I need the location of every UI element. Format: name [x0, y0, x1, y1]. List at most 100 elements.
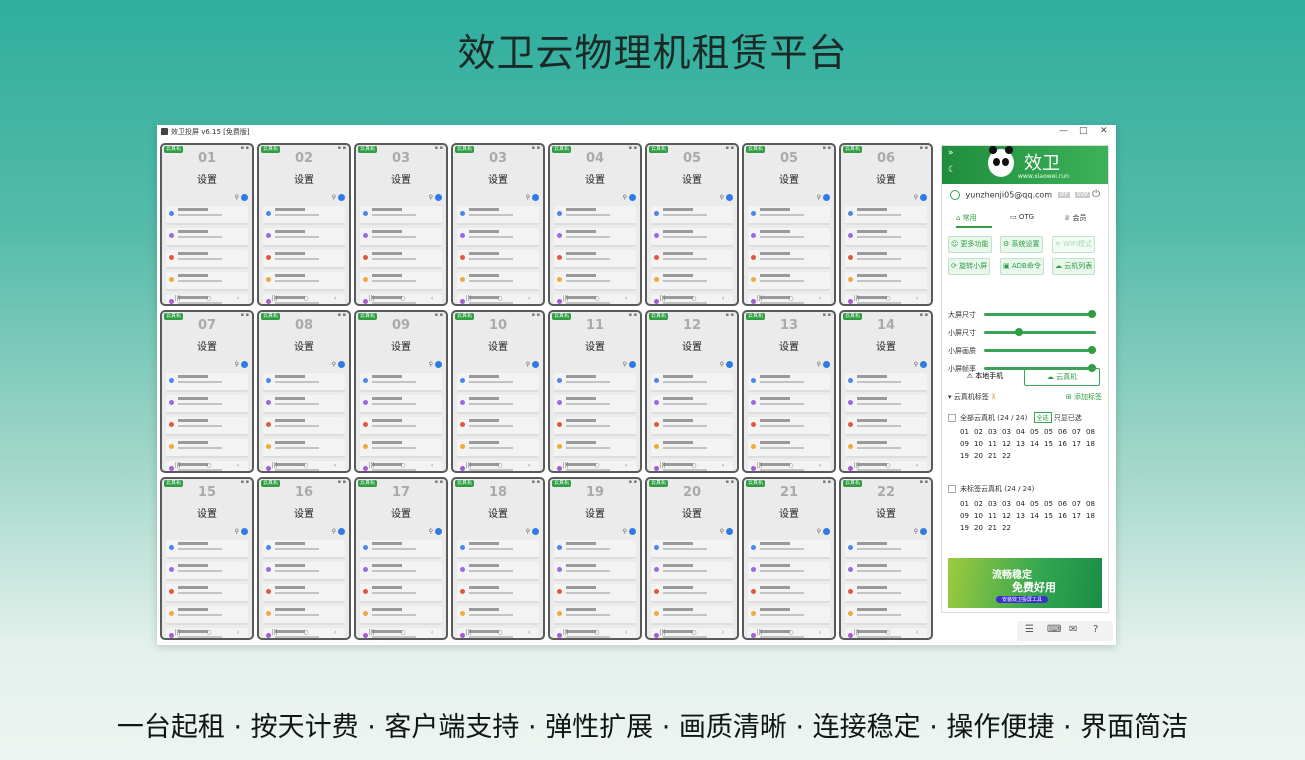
phone-search-icon[interactable]: ⚲: [817, 194, 830, 201]
phone-screen[interactable]: 云真机 ▪ ▪ 14 设置 ⚲ ||| ○ ‹: [839, 310, 933, 473]
menu-icon[interactable]: |||: [369, 629, 375, 636]
device-number[interactable]: 07: [1072, 500, 1086, 508]
moon-icon[interactable]: ☾: [948, 165, 956, 175]
phone-search-icon[interactable]: ⚲: [429, 528, 442, 535]
settings-list-item[interactable]: [748, 540, 830, 559]
home-icon[interactable]: ○: [497, 629, 502, 636]
settings-list-item[interactable]: [845, 562, 927, 581]
minimize-button[interactable]: —: [1059, 126, 1068, 136]
back-icon[interactable]: ‹: [334, 462, 336, 469]
back-icon[interactable]: ‹: [431, 629, 433, 636]
account-icon[interactable]: [920, 528, 927, 535]
back-icon[interactable]: ‹: [722, 462, 724, 469]
menu-icon[interactable]: |||: [466, 462, 472, 469]
settings-list-item[interactable]: [360, 206, 442, 225]
phone-screen[interactable]: 云真机 ▪ ▪ 10 设置 ⚲ ||| ○ ‹: [451, 310, 545, 473]
settings-list-item[interactable]: [263, 206, 345, 225]
phone-search-icon[interactable]: ⚲: [526, 194, 539, 201]
phone-screen[interactable]: 云真机 ▪ ▪ 07 设置 ⚲ ||| ○ ‹: [160, 310, 254, 473]
home-icon[interactable]: ○: [497, 462, 502, 469]
settings-list-item[interactable]: [263, 417, 345, 436]
settings-list-item[interactable]: [748, 373, 830, 392]
settings-list-item[interactable]: [748, 395, 830, 414]
home-icon[interactable]: ○: [206, 462, 211, 469]
phone-screen[interactable]: 云真机 ▪ ▪ 16 设置 ⚲ ||| ○ ‹: [257, 477, 351, 640]
device-number[interactable]: 15: [1044, 440, 1058, 448]
device-number[interactable]: 15: [1044, 512, 1058, 520]
back-icon[interactable]: ‹: [237, 629, 239, 636]
menu-icon[interactable]: |||: [757, 629, 763, 636]
settings-list-item[interactable]: [554, 439, 636, 458]
slider-knob[interactable]: [1088, 346, 1096, 354]
back-icon[interactable]: ‹: [819, 629, 821, 636]
home-icon[interactable]: ○: [400, 629, 405, 636]
settings-list-item[interactable]: [651, 584, 733, 603]
expand-icon[interactable]: »: [948, 148, 954, 158]
slider-track[interactable]: [984, 346, 1096, 354]
device-number[interactable]: 17: [1072, 512, 1086, 520]
settings-list-item[interactable]: [651, 562, 733, 581]
settings-list-item[interactable]: [166, 272, 248, 291]
settings-list-item[interactable]: [651, 417, 733, 436]
home-icon[interactable]: ○: [885, 629, 890, 636]
back-icon[interactable]: ‹: [819, 462, 821, 469]
device-number[interactable]: 13: [1016, 440, 1030, 448]
phone-screen[interactable]: 云真机 ▪ ▪ 09 设置 ⚲ ||| ○ ‹: [354, 310, 448, 473]
account-icon[interactable]: [823, 194, 830, 201]
settings-list-item[interactable]: [457, 417, 539, 436]
home-icon[interactable]: ○: [691, 295, 696, 302]
list-icon[interactable]: ☰: [1025, 624, 1034, 635]
phone-screen[interactable]: 云真机 ▪ ▪ 20 设置 ⚲ ||| ○ ‹: [645, 477, 739, 640]
group-untagged-checkbox[interactable]: [948, 485, 956, 493]
device-number[interactable]: 03: [1002, 500, 1016, 508]
phone-screen[interactable]: 云真机 ▪ ▪ 13 设置 ⚲ ||| ○ ‹: [742, 310, 836, 473]
device-number[interactable]: 16: [1058, 512, 1072, 520]
settings-list-item[interactable]: [845, 395, 927, 414]
phone-screen[interactable]: 云真机 ▪ ▪ 03 设置 ⚲ ||| ○ ‹: [451, 143, 545, 306]
home-icon[interactable]: ○: [497, 295, 502, 302]
settings-list-item[interactable]: [166, 439, 248, 458]
account-icon[interactable]: [920, 361, 927, 368]
phone-search-icon[interactable]: ⚲: [914, 361, 927, 368]
home-icon[interactable]: ○: [885, 295, 890, 302]
device-number[interactable]: 02: [974, 428, 988, 436]
phone-screen[interactable]: 云真机 ▪ ▪ 05 设置 ⚲ ||| ○ ‹: [645, 143, 739, 306]
device-number[interactable]: 05: [1044, 428, 1058, 436]
menu-icon[interactable]: |||: [175, 629, 181, 636]
back-icon[interactable]: ‹: [237, 462, 239, 469]
home-icon[interactable]: ○: [594, 462, 599, 469]
account-icon[interactable]: [532, 194, 539, 201]
settings-list-item[interactable]: [554, 417, 636, 436]
settings-list-item[interactable]: [457, 439, 539, 458]
settings-list-item[interactable]: [748, 606, 830, 625]
device-number[interactable]: 16: [1058, 440, 1072, 448]
settings-list-item[interactable]: [845, 439, 927, 458]
tab-common[interactable]: ⌂ 常用: [956, 213, 977, 223]
system-settings-button[interactable]: ⚙ 系统设置: [1000, 236, 1043, 253]
settings-list-item[interactable]: [263, 606, 345, 625]
group-title[interactable]: ▾ 云真机标签 ⊼: [948, 392, 996, 402]
device-number[interactable]: 17: [1072, 440, 1086, 448]
phone-search-icon[interactable]: ⚲: [526, 361, 539, 368]
account-icon[interactable]: [435, 361, 442, 368]
phone-search-icon[interactable]: ⚲: [623, 194, 636, 201]
device-number[interactable]: 08: [1086, 428, 1100, 436]
settings-list-item[interactable]: [457, 206, 539, 225]
menu-icon[interactable]: |||: [466, 295, 472, 302]
device-number[interactable]: 04: [1016, 500, 1030, 508]
settings-list-item[interactable]: [166, 562, 248, 581]
back-icon[interactable]: ‹: [916, 629, 918, 636]
settings-list-item[interactable]: [457, 228, 539, 247]
settings-list-item[interactable]: [166, 228, 248, 247]
settings-list-item[interactable]: [457, 606, 539, 625]
more-functions-button[interactable]: ☺ 更多功能: [948, 236, 992, 253]
menu-icon[interactable]: |||: [175, 295, 181, 302]
settings-list-item[interactable]: [457, 584, 539, 603]
adb-command-button[interactable]: ▣ ADB命令: [1000, 258, 1044, 275]
settings-list-item[interactable]: [651, 206, 733, 225]
phone-screen[interactable]: 云真机 ▪ ▪ 15 设置 ⚲ ||| ○ ‹: [160, 477, 254, 640]
settings-list-item[interactable]: [360, 439, 442, 458]
device-number[interactable]: 13: [1016, 512, 1030, 520]
home-icon[interactable]: ○: [691, 629, 696, 636]
menu-icon[interactable]: |||: [854, 295, 860, 302]
